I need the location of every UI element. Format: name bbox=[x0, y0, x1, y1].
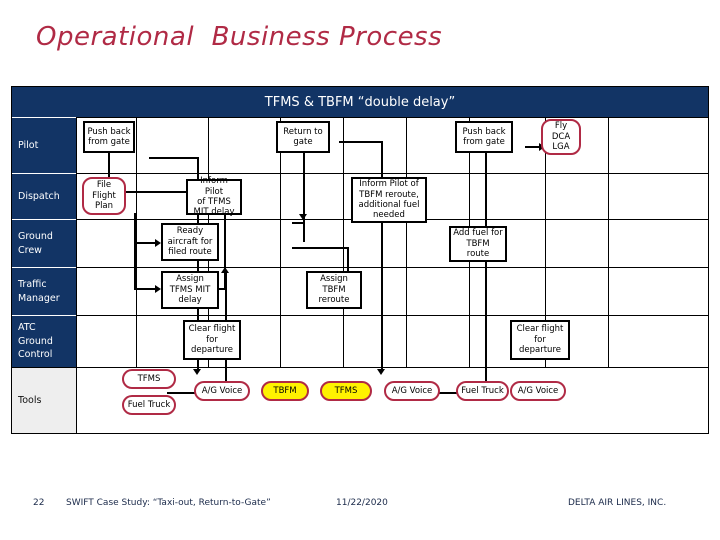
column-divider bbox=[280, 117, 281, 367]
box-push-back-from-gate-1[interactable]: Push back from gate bbox=[83, 121, 135, 153]
swimlane-label-traffic-manager: Traffic Manager bbox=[12, 267, 76, 315]
connector-returngate-down bbox=[381, 141, 383, 371]
box-assign-tfms-mit-delay[interactable]: Assign TFMS MIT delay bbox=[161, 271, 219, 309]
swimlane-label-text: ATC Ground Control bbox=[18, 321, 53, 361]
tool-chip-ag-voice-2[interactable]: A/G Voice bbox=[384, 381, 440, 401]
arrowhead-clear-flight-2 bbox=[377, 369, 385, 375]
swimlane-label-text: Ground Crew bbox=[18, 230, 53, 256]
box-return-to-gate[interactable]: Return to gate bbox=[276, 121, 330, 153]
diagram-banner-title: TFMS & TBFM “double delay” bbox=[12, 87, 708, 117]
swimlane-label-atc-ground-control: ATC Ground Control bbox=[12, 315, 76, 367]
swimlane-label-dispatch: Dispatch bbox=[12, 173, 76, 219]
tool-chip-ag-voice-1[interactable]: A/G Voice bbox=[194, 381, 250, 401]
footer-company: DELTA AIR LINES, INC. bbox=[568, 498, 667, 508]
box-ready-aircraft-filed-route[interactable]: Ready aircraft for filed route bbox=[161, 223, 219, 261]
lane-divider bbox=[76, 267, 708, 268]
slide-footer: 22 SWIFT Case Study: “Taxi-out, Return-t… bbox=[0, 498, 720, 518]
arrowhead-clear-flight-1 bbox=[193, 369, 201, 375]
swimlane-label-tools: Tools bbox=[12, 367, 76, 433]
tool-chip-tfms-2[interactable]: TFMS bbox=[320, 381, 372, 401]
lane-divider bbox=[76, 315, 708, 316]
swimlane-label-ground-crew: Ground Crew bbox=[12, 219, 76, 267]
lane-divider bbox=[76, 367, 708, 368]
connector-fileplan-stem bbox=[134, 213, 136, 289]
box-push-back-from-gate-2[interactable]: Push back from gate bbox=[455, 121, 513, 153]
footer-date: 11/22/2020 bbox=[336, 498, 388, 508]
box-inform-pilot-tbfm-reroute[interactable]: Inform Pilot of TBFM reroute, additional… bbox=[351, 177, 427, 223]
connector-returngate-right bbox=[339, 141, 383, 143]
connector-pushback1-right bbox=[149, 157, 199, 159]
terminator-fly-dca-lga[interactable]: Fly DCA LGA bbox=[541, 119, 581, 155]
lane-divider bbox=[76, 173, 708, 174]
lane-divider bbox=[76, 117, 708, 118]
box-clear-flight-for-departure-2[interactable]: Clear flight for departure bbox=[510, 320, 570, 360]
process-diagram: TFMS & TBFM “double delay” Pilot Dispatc… bbox=[11, 86, 709, 434]
arrowhead-assign-tbfm bbox=[221, 267, 229, 273]
tool-chip-fuel-truck-1[interactable]: Fuel Truck bbox=[122, 395, 176, 415]
page-title: Operational Business Process bbox=[36, 22, 443, 52]
footer-page-number: 22 bbox=[33, 498, 45, 508]
column-divider bbox=[343, 117, 344, 367]
column-divider bbox=[406, 117, 407, 367]
box-inform-pilot-tfms-mit-delay[interactable]: Inform Pilot of TFMS MIT delay bbox=[186, 176, 242, 217]
footer-title: SWIFT Case Study: “Taxi-out, Return-to-G… bbox=[66, 498, 271, 508]
swimlane-label-text: Traffic Manager bbox=[18, 278, 60, 304]
connector-clearflight2-up bbox=[485, 150, 487, 394]
box-add-fuel-tbfm-route[interactable]: Add fuel for TBFM route bbox=[449, 226, 507, 262]
connector-informtbfm-up bbox=[303, 150, 305, 224]
column-divider bbox=[608, 117, 609, 367]
tool-chip-fuel-truck-2[interactable]: Fuel Truck bbox=[456, 381, 509, 401]
connector-informtbfm-stub bbox=[292, 222, 305, 224]
arrowhead-add-fuel bbox=[299, 214, 307, 220]
tool-chip-ag-voice-3[interactable]: A/G Voice bbox=[510, 381, 566, 401]
tool-chip-tfms-1[interactable]: TFMS bbox=[122, 369, 176, 389]
tool-chip-tbfm[interactable]: TBFM bbox=[261, 381, 309, 401]
connector-to-informpilot-tbfm bbox=[292, 247, 349, 249]
box-clear-flight-for-departure-1[interactable]: Clear flight for departure bbox=[183, 320, 241, 360]
swimlane-label-pilot: Pilot bbox=[12, 117, 76, 173]
column-divider bbox=[76, 117, 77, 433]
connector-fileplan-to-ready bbox=[134, 242, 156, 244]
connector-fileplan-to-assign-tfms bbox=[134, 288, 156, 290]
terminator-file-flight-plan[interactable]: File Flight Plan bbox=[82, 177, 126, 215]
box-assign-tbfm-reroute[interactable]: Assign TBFM reroute bbox=[306, 271, 362, 309]
